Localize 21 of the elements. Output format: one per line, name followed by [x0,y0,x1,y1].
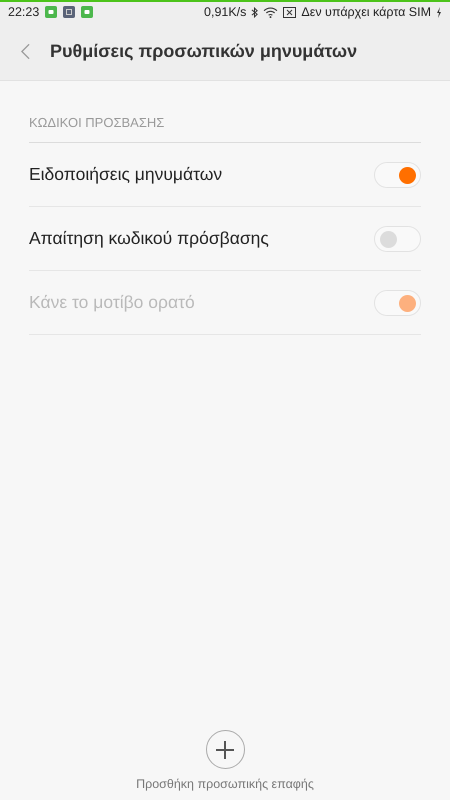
toggle-switch[interactable] [374,226,421,252]
back-icon [21,42,30,60]
app-notification-icon [81,6,94,18]
add-button[interactable] [206,730,244,769]
page-title: Ρυθμίσεις προσωπικών μηνυμάτων [50,40,358,62]
network-speed: 0,91K/s [204,5,246,19]
bluetooth-icon [251,6,258,18]
carrier-text: Δεν υπάρχει κάρτα SIM [301,5,431,19]
add-contact-label: Προσθήκη προσωπικής επαφής [136,777,314,791]
no-sim-icon [283,6,296,18]
setting-label: Ειδοποιήσεις μηνυμάτων [29,164,222,185]
section-header: ΚΩΔΙΚΟΙ ΠΡΟΣΒΑΣΗΣ [29,115,421,143]
app-notification-icon [63,6,76,18]
plus-icon [215,740,235,760]
charging-icon [436,6,442,18]
status-time: 22:23 [8,5,40,19]
setting-label: Απαίτηση κωδικού πρόσβασης [29,228,269,249]
toggle-switch[interactable] [374,162,421,188]
wifi-icon [263,6,278,18]
app-notification-icon [45,6,58,18]
setting-label: Κάνε το μοτίβο ορατό [29,292,195,313]
